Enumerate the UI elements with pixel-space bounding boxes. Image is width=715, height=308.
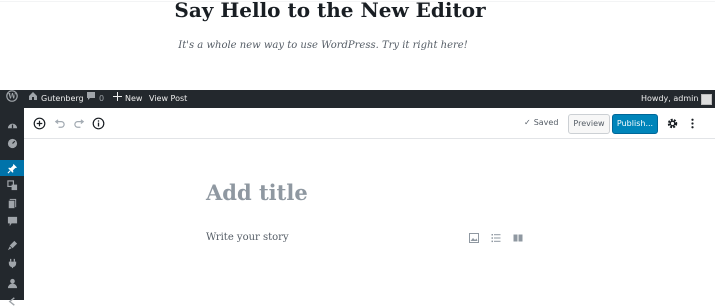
users-icon[interactable] [5,276,19,290]
dashboard-icon[interactable] [5,118,19,132]
plus-icon [113,90,122,108]
comments-icon[interactable] [5,214,19,228]
wordpress-logo-button[interactable]: W [6,89,18,109]
saved-status: ✓ Saved [524,108,558,138]
howdy-label: Howdy, admin [641,94,699,103]
image-block-icon[interactable] [468,232,480,244]
new-content-link[interactable]: New [113,90,142,108]
new-label: New [125,94,143,103]
gauge-icon[interactable] [5,136,19,150]
appearance-icon[interactable] [5,238,19,252]
comments-link[interactable]: 0 [86,90,104,108]
home-icon [28,90,38,108]
svg-text:W: W [7,91,16,100]
view-post-link[interactable]: View Post [149,90,187,108]
wordpress-logo-icon: W [6,89,18,109]
view-post-label: View Post [149,94,188,103]
more-options-icon[interactable] [685,116,699,130]
collapse-icon[interactable] [5,294,19,308]
site-name: Gutenberg [41,94,84,103]
admin-sidebar [0,108,24,306]
pin-icon[interactable] [5,161,19,175]
editor-toolbar: ✓ Saved Preview Publish... [24,108,715,139]
comment-bubble-icon [86,90,96,108]
publish-button[interactable]: Publish... [612,114,658,134]
body-placeholder[interactable]: Write your story [206,232,289,243]
settings-gear-icon[interactable] [665,116,679,130]
avatar [701,93,713,105]
list-block-icon[interactable] [490,232,502,244]
comments-count: 0 [99,94,105,103]
add-block-icon[interactable] [32,116,46,130]
columns-block-icon[interactable] [512,232,524,244]
plugins-icon[interactable] [5,256,19,270]
title-placeholder[interactable]: Add title [206,180,308,205]
preview-button[interactable]: Preview [568,114,610,134]
info-icon[interactable] [91,116,105,130]
pages-icon[interactable] [5,196,19,210]
admin-bar: W Gutenberg 0 New View Post Howdy, admin [0,89,715,109]
redo-icon[interactable] [72,116,86,130]
site-name-link[interactable]: Gutenberg [28,90,84,108]
hero-subtitle: It's a whole new way to use WordPress. T… [178,40,468,51]
account-menu[interactable]: Howdy, admin [641,90,713,108]
checkmark-icon: ✓ [524,118,531,127]
media-icon[interactable] [5,178,19,192]
undo-icon[interactable] [52,116,66,130]
saved-label: Saved [533,118,559,127]
hero-title: Say Hello to the New Editor [174,0,486,22]
